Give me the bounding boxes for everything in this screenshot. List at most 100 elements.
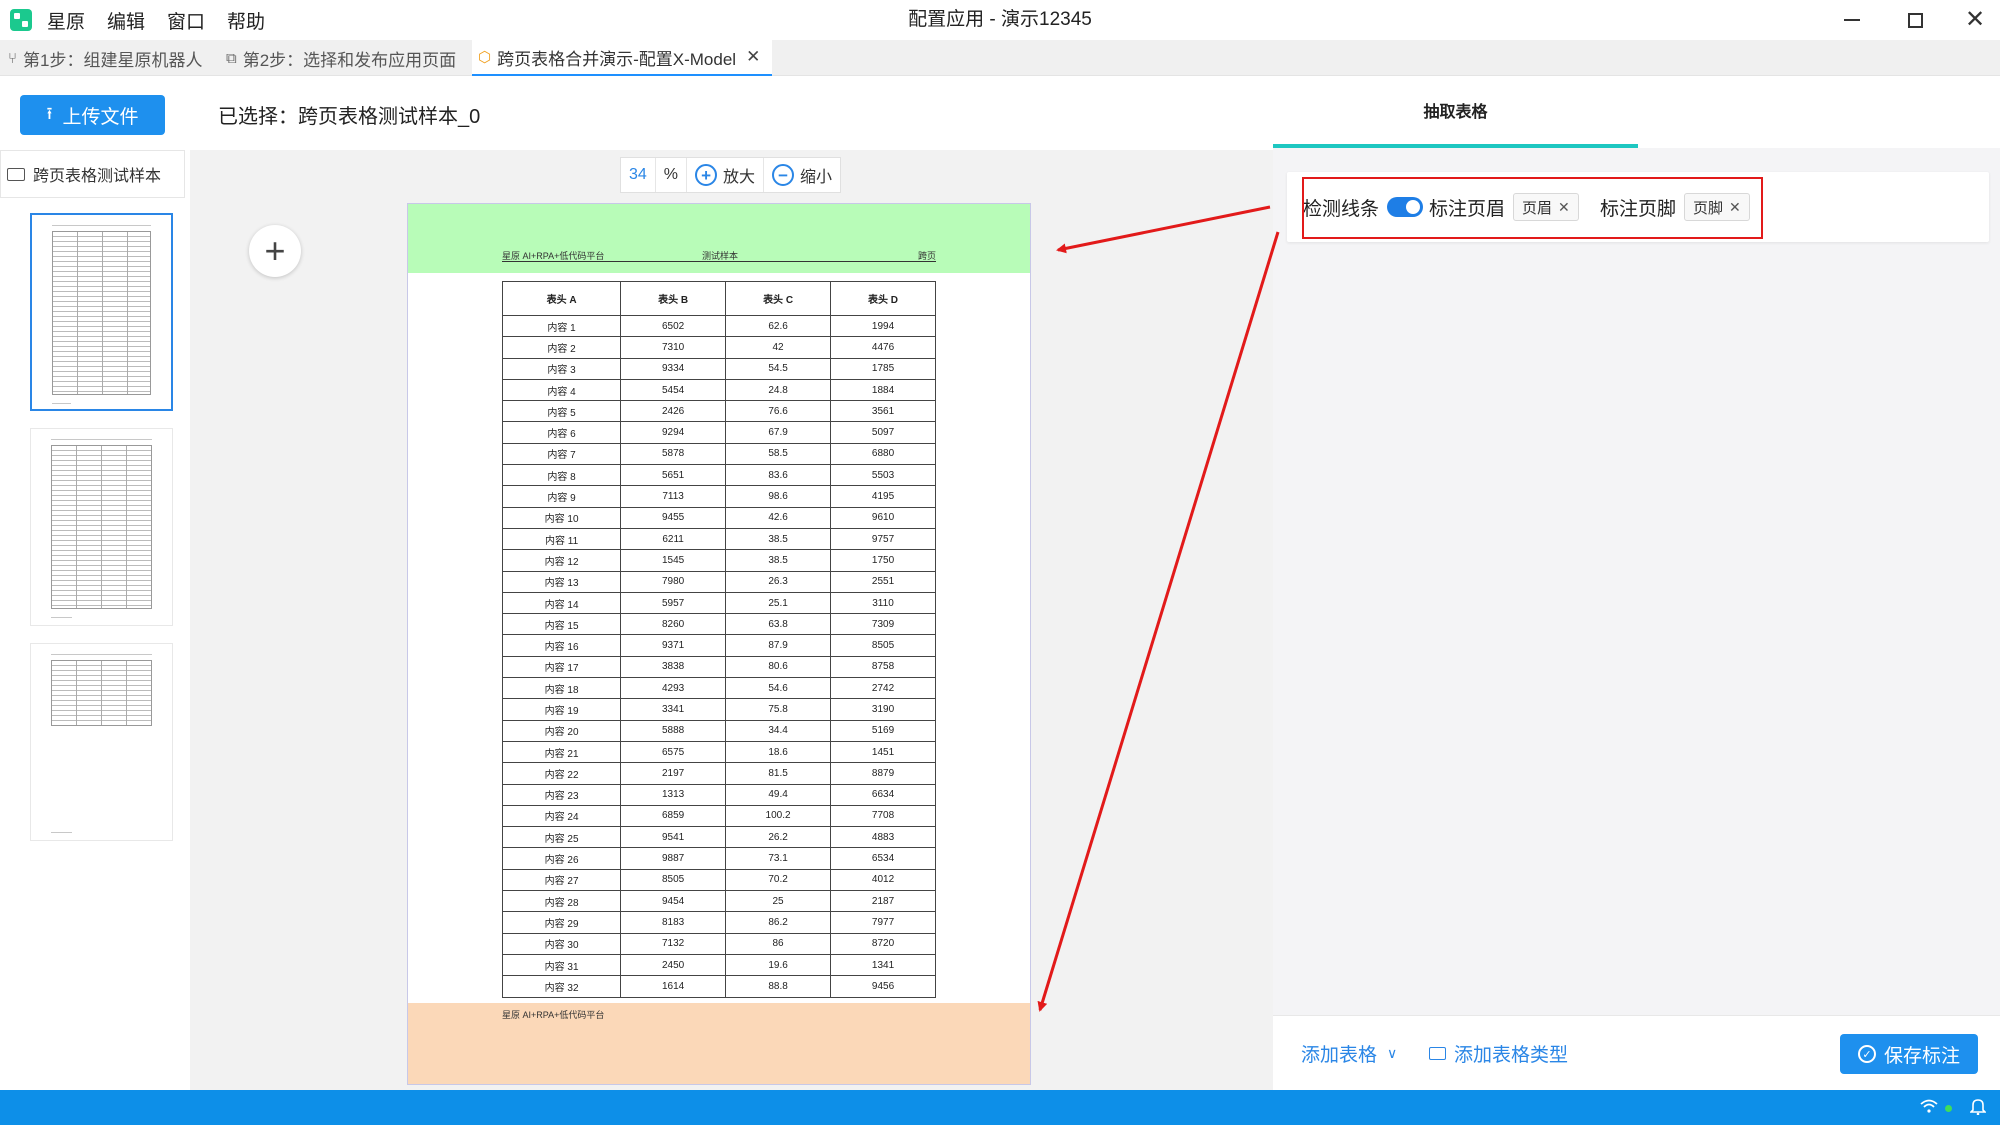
close-window-button[interactable]: ✕: [1950, 0, 2000, 40]
table-cell: 内容 20: [501, 719, 622, 742]
table-cell: 1545: [620, 549, 727, 572]
table-cell: 4293: [620, 677, 727, 700]
tab-config-xmodel[interactable]: ⬡ 跨页表格合并演示-配置X-Model ✕: [472, 40, 772, 76]
table-cell: 75.8: [725, 698, 832, 721]
table-row: 内容 25 9541 26.2 4883: [501, 826, 936, 849]
thumb-table: [51, 660, 152, 726]
table-row: 内容 13 7980 26.3 2551: [501, 570, 936, 593]
table-cell: 34.4: [725, 719, 832, 742]
zoom-value-box[interactable]: 34: [621, 158, 656, 192]
table-cell: 3561: [830, 400, 936, 423]
table-cell: 1785: [830, 357, 936, 380]
table-cell: 内容 31: [501, 953, 622, 977]
tab-step1[interactable]: ⑂ 第1步：组建星原机器人: [8, 40, 202, 76]
table-column-header: 表头 A: [501, 281, 622, 316]
table-cell: 5888: [620, 719, 727, 742]
highlight-box: [1302, 177, 1763, 239]
menu-item-xingyuan[interactable]: 星原: [47, 7, 85, 34]
table-cell: 1313: [620, 783, 727, 806]
table-cell: 内容 10: [501, 506, 622, 529]
table-cell: 内容 6: [501, 421, 622, 444]
table-cell: 7113: [620, 485, 727, 508]
config-footer: 添加表格 ∨ 添加表格类型 ✓ 保存标注: [1273, 1015, 2000, 1090]
menu-item-window[interactable]: 窗口: [167, 7, 205, 34]
table-cell: 内容 17: [501, 655, 622, 679]
tab-close-icon[interactable]: ✕: [746, 47, 760, 67]
table-column-header: 表头 D: [830, 281, 936, 316]
table-column-header: 表头 C: [725, 281, 832, 316]
zoom-out-icon: −: [772, 164, 795, 186]
table-cell: 98.6: [725, 485, 832, 508]
save-annotation-button[interactable]: ✓ 保存标注: [1840, 1034, 1978, 1074]
status-bar: [0, 1090, 2000, 1125]
add-table-type-label: 添加表格类型: [1454, 1045, 1569, 1066]
table-row: 内容 14 5957 25.1 3110: [501, 591, 936, 615]
tab-extract-table[interactable]: 抽取表格: [1273, 76, 1638, 148]
table-cell: 内容 21: [501, 740, 622, 764]
menu-item-help[interactable]: 帮助: [227, 7, 265, 34]
table-row: 内容 22 2197 81.5 8879: [501, 762, 936, 785]
page-thumbnail-1[interactable]: [30, 213, 173, 411]
table-cell: 1994: [830, 314, 936, 338]
upload-file-button[interactable]: ⭱ 上传文件: [20, 95, 165, 135]
table-row: 内容 32 1614 88.8 9456: [501, 975, 936, 998]
table-cell: 2742: [830, 677, 936, 700]
table-cell: 6575: [620, 740, 727, 764]
table-cell: 1750: [830, 549, 936, 572]
table-cell: 9371: [620, 634, 727, 657]
table-cell: 6859: [620, 804, 727, 828]
zoom-out-button[interactable]: − 缩小: [764, 158, 840, 192]
file-item[interactable]: 跨页表格测试样本: [0, 150, 185, 198]
document-page[interactable]: 星原 AI+RPA+低代码平台 测试样本 跨页 表头 A 表头 B 表头 C 表头 D…: [407, 203, 1031, 1085]
table-cell: 1614: [620, 975, 727, 998]
tab-step2[interactable]: ⧉ 第2步：选择和发布应用页面: [226, 40, 456, 76]
maximize-button[interactable]: [1890, 0, 1940, 40]
table-row: 内容 28 9454 25 2187: [501, 890, 936, 913]
menu-item-edit[interactable]: 编辑: [107, 7, 145, 34]
table-cell: 67.9: [725, 421, 832, 444]
table-cell: 25.1: [725, 591, 832, 615]
tab-label: 第1步：组建星原机器人: [23, 50, 203, 70]
table-cell: 3190: [830, 698, 936, 721]
table-cell: 2197: [620, 762, 727, 785]
check-circle-icon: ✓: [1857, 1045, 1876, 1063]
menu-bar: 星原 编辑 窗口 帮助: [47, 0, 265, 40]
table-cell: 38.5: [725, 527, 832, 551]
doc-table: 表头 A 表头 B 表头 C 表头 D 内容 1 6502 62.6 1994 内容 2 731…: [501, 281, 936, 998]
header-zone[interactable]: [408, 204, 1030, 273]
table-cell: 26.2: [725, 826, 832, 849]
table-cell: 内容 27: [501, 868, 622, 892]
doc-header: 星原 AI+RPA+低代码平台 测试样本 跨页: [502, 249, 936, 262]
table-row: 内容 19 3341 75.8 3190: [501, 698, 936, 721]
table-cell: 25: [725, 890, 832, 913]
table-cell: 4195: [830, 485, 936, 508]
branch-icon: ⑂: [8, 49, 18, 67]
table-cell: 内容 32: [501, 975, 622, 998]
table-cell: 9294: [620, 421, 727, 444]
page-thumbnail-3[interactable]: [30, 643, 173, 841]
zoom-in-button[interactable]: + 放大: [687, 158, 765, 192]
add-table-label: 添加表格: [1301, 1045, 1378, 1066]
add-region-button[interactable]: +: [249, 225, 301, 277]
table-cell: 内容 2: [501, 336, 622, 359]
title-bar: 星原 编辑 窗口 帮助 配置应用 - 演示12345 ✕: [0, 0, 2000, 40]
bell-icon[interactable]: [1970, 1097, 1986, 1115]
table-row: 内容 29 8183 86.2 7977: [501, 911, 936, 934]
table-row: 内容 24 6859 100.2 7708: [501, 804, 936, 828]
table-cell: 内容 9: [501, 485, 622, 508]
plus-icon: +: [264, 230, 286, 271]
table-cell: 8183: [620, 911, 727, 934]
table-cell: 70.2: [725, 868, 832, 892]
table-cell: 内容 7: [501, 442, 622, 466]
thumb-header-line: [51, 439, 152, 440]
page-thumbnail-2[interactable]: [30, 428, 173, 626]
table-cell: 9454: [620, 890, 727, 913]
table-cell: 9887: [620, 847, 727, 870]
table-row: 内容 5 2426 76.6 3561: [501, 400, 936, 423]
table-cell: 7310: [620, 336, 727, 359]
add-table-type-button[interactable]: 添加表格类型: [1429, 1016, 1568, 1091]
minimize-button[interactable]: [1827, 0, 1877, 40]
table-cell: 7309: [830, 613, 936, 636]
close-icon: ✕: [1964, 6, 1986, 33]
add-table-dropdown[interactable]: 添加表格 ∨: [1301, 1016, 1397, 1091]
